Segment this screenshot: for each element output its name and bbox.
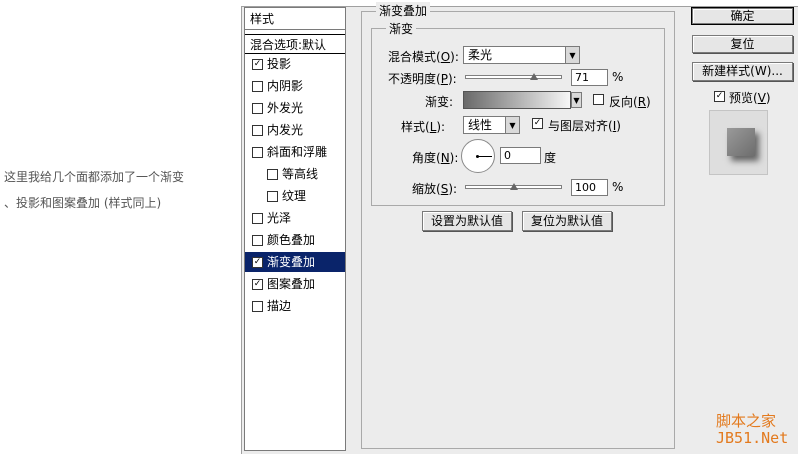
reset-button[interactable]: 复位 <box>692 35 793 53</box>
preview-square <box>727 128 755 156</box>
style-item-checkbox[interactable] <box>252 102 263 114</box>
style-list-item[interactable]: ✓ 图案叠加 <box>245 274 345 294</box>
style-item-checkbox[interactable]: ✓ <box>252 58 263 70</box>
style-item-label: 投影 <box>267 57 292 71</box>
style-value: 线性 <box>468 118 493 132</box>
style-list-item[interactable]: ✓ 投影 <box>245 54 345 74</box>
style-list-item[interactable]: 斜面和浮雕 <box>245 142 345 162</box>
preview-label: 预览(V) <box>729 91 771 105</box>
style-item-checkbox[interactable] <box>252 234 263 246</box>
reset-default-button[interactable]: 复位为默认值 <box>522 211 612 231</box>
style-item-checkbox[interactable] <box>252 124 263 136</box>
blending-options-item[interactable]: 混合选项:默认 <box>245 34 345 54</box>
angle-input[interactable]: 0 <box>500 147 541 164</box>
style-item-label: 渐变叠加 <box>267 255 316 269</box>
reverse-checkbox[interactable] <box>593 94 604 105</box>
set-default-button[interactable]: 设置为默认值 <box>422 211 512 231</box>
reverse-label: 反向(R) <box>609 95 651 109</box>
style-list-item[interactable]: 内阴影 <box>245 76 345 96</box>
style-item-label: 纹理 <box>282 189 307 203</box>
blend-mode-label: 混合模式(O): <box>388 50 459 64</box>
style-item-label: 光泽 <box>267 211 292 225</box>
style-list-item[interactable]: ✓ 渐变叠加 <box>245 252 345 272</box>
scale-unit: % <box>612 180 624 194</box>
blend-mode-select[interactable]: 柔光 ▼ <box>463 46 580 64</box>
style-label: 样式(L): <box>401 120 446 134</box>
opacity-slider-track[interactable] <box>465 75 562 79</box>
style-item-label: 图案叠加 <box>267 277 316 291</box>
styles-list-header[interactable]: 样式 <box>245 8 345 30</box>
watermark-text: 脚本之家 <box>716 412 777 430</box>
style-item-label: 描边 <box>267 299 292 313</box>
align-with-layer-label: 与图层对齐(I) <box>548 119 621 133</box>
style-item-label: 颜色叠加 <box>267 233 316 247</box>
style-item-label: 斜面和浮雕 <box>267 145 328 159</box>
angle-unit: 度 <box>544 151 557 165</box>
style-item-checkbox[interactable] <box>252 146 263 158</box>
ok-button[interactable]: 确定 <box>691 7 794 25</box>
style-list-item[interactable]: 外发光 <box>245 98 345 118</box>
gradient-overlay-title: 渐变叠加 <box>376 2 431 19</box>
style-item-checkbox[interactable] <box>252 212 263 224</box>
style-item-checkbox[interactable] <box>252 80 263 92</box>
style-item-label: 等高线 <box>282 167 319 181</box>
style-item-checkbox[interactable] <box>267 168 278 180</box>
style-item-checkbox[interactable]: ✓ <box>252 256 263 268</box>
style-list-item[interactable]: 纹理 <box>245 186 345 206</box>
chevron-down-icon[interactable]: ▼ <box>505 117 519 133</box>
opacity-input[interactable]: 71 <box>571 69 608 86</box>
scale-slider-thumb[interactable] <box>509 183 518 190</box>
align-with-layer-checkbox[interactable]: ✓ <box>532 118 543 129</box>
watermark-domain: JB51.Net <box>716 429 789 447</box>
gradient-swatch[interactable] <box>463 91 571 109</box>
style-select[interactable]: 线性 ▼ <box>463 116 520 134</box>
style-list-item[interactable]: 描边 <box>245 296 345 316</box>
style-item-label: 外发光 <box>267 101 304 115</box>
preview-checkbox[interactable]: ✓ <box>714 91 725 102</box>
new-style-button[interactable]: 新建样式(W)... <box>692 62 793 81</box>
style-item-label: 内发光 <box>267 123 304 137</box>
gradient-dropdown-icon[interactable]: ▼ <box>571 92 582 108</box>
angle-label: 角度(N): <box>412 151 459 165</box>
style-list-item[interactable]: 内发光 <box>245 120 345 140</box>
styles-list: 样式 混合选项:默认 ✓ 投影内阴影外发光内发光斜面和浮雕等高线纹理光泽颜色叠加 ✓… <box>244 7 346 451</box>
gradient-label: 渐变: <box>425 95 454 109</box>
style-item-checkbox[interactable] <box>252 300 263 312</box>
blend-mode-value: 柔光 <box>468 48 493 62</box>
style-item-checkbox[interactable] <box>267 190 278 202</box>
caption-line-2: 、投影和图案叠加 (样式同上) <box>4 196 162 210</box>
style-list-item[interactable]: 光泽 <box>245 208 345 228</box>
opacity-unit: % <box>612 70 624 84</box>
caption-line-1: 这里我给几个面都添加了一个渐变 <box>4 170 185 184</box>
preview-thumbnail <box>709 110 768 175</box>
opacity-slider-thumb[interactable] <box>529 73 538 80</box>
angle-dial-needle <box>478 156 492 157</box>
style-item-checkbox[interactable]: ✓ <box>252 278 263 290</box>
style-list-item[interactable]: 等高线 <box>245 164 345 184</box>
style-item-label: 内阴影 <box>267 79 304 93</box>
chevron-down-icon[interactable]: ▼ <box>565 47 579 63</box>
gradient-group-title: 渐变 <box>386 20 417 37</box>
opacity-label: 不透明度(P): <box>388 72 457 86</box>
style-list-item[interactable]: 颜色叠加 <box>245 230 345 250</box>
angle-dial[interactable] <box>461 139 495 173</box>
scale-input[interactable]: 100 <box>571 179 608 196</box>
scale-label: 缩放(S): <box>412 182 458 196</box>
